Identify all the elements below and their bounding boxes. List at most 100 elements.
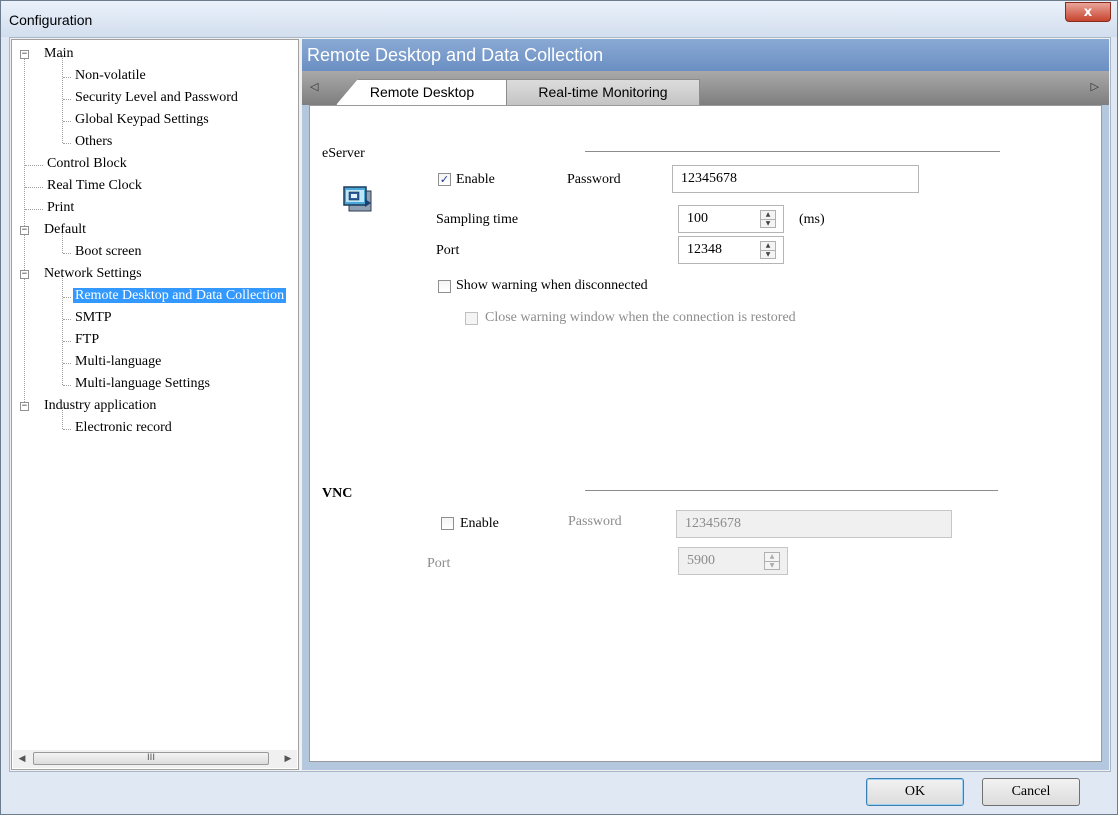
tree-item-label: Network Settings: [44, 266, 142, 281]
spin-up-icon[interactable]: ▲: [761, 211, 775, 220]
close-warning-checkbox[interactable]: [465, 312, 478, 325]
tree-item-label: Multi-language Settings: [75, 376, 210, 391]
settings-tree: − Main Non-volatile Security Level and P…: [12, 40, 298, 749]
tree-connector: [63, 77, 71, 78]
tree-item-security-level-and-password[interactable]: Security Level and Password: [75, 88, 238, 110]
eserver-password-input[interactable]: 12345678: [672, 165, 919, 193]
spin-up-icon[interactable]: ▲: [761, 242, 775, 251]
tree-item-industry-application[interactable]: − Industry application: [16, 396, 156, 418]
spin-down-icon[interactable]: ▼: [761, 220, 775, 228]
scroll-right-arrow-icon[interactable]: ▶: [281, 752, 295, 766]
eserver-port-spinner[interactable]: 12348 ▲ ▼: [678, 236, 784, 264]
scroll-left-arrow-icon[interactable]: ◀: [15, 752, 29, 766]
tree-connector: [63, 99, 71, 100]
section-divider: [585, 151, 1000, 152]
ok-button[interactable]: OK: [866, 778, 964, 806]
collapse-icon[interactable]: −: [20, 50, 29, 59]
tree-item-real-time-clock[interactable]: Real Time Clock: [47, 176, 142, 198]
tree-item-label: Multi-language: [75, 354, 162, 369]
eserver-enable-checkbox[interactable]: ✓: [438, 173, 451, 186]
vnc-enable-label: Enable: [460, 516, 499, 531]
tree-connector: [63, 429, 71, 430]
vnc-port-label: Port: [427, 556, 451, 571]
tree-item-label: SMTP: [75, 310, 112, 325]
tree-horizontal-scrollbar[interactable]: ◀ III ▶: [13, 750, 297, 768]
tree-item-boot-screen[interactable]: Boot screen: [75, 242, 141, 264]
tree-connector: [63, 253, 71, 254]
tree-item-multi-language[interactable]: Multi-language: [75, 352, 161, 374]
spinner-buttons[interactable]: ▲ ▼: [764, 552, 780, 570]
tree-connector: [25, 209, 43, 210]
window-title: Configuration: [9, 12, 93, 28]
tree-item-print[interactable]: Print: [47, 198, 74, 220]
tree-item-smtp[interactable]: SMTP: [75, 308, 112, 330]
configuration-window: Configuration x − Main Non-volatile Secu…: [0, 0, 1118, 815]
sampling-time-value: 100: [687, 211, 708, 226]
vnc-password-label: Password: [568, 514, 622, 529]
tree-item-default[interactable]: − Default: [16, 220, 86, 242]
tree-item-others[interactable]: Others: [75, 132, 112, 154]
tree-connector: [63, 319, 71, 320]
tree-item-label: Real Time Clock: [47, 178, 142, 193]
tree-item-label: Others: [75, 134, 113, 149]
cancel-button[interactable]: Cancel: [982, 778, 1080, 806]
tree-item-global-keypad-settings[interactable]: Global Keypad Settings: [75, 110, 209, 132]
spinner-buttons[interactable]: ▲ ▼: [760, 210, 776, 228]
tree-item-label: Main: [44, 46, 74, 61]
vnc-password-input[interactable]: 12345678: [676, 510, 952, 538]
vnc-port-spinner[interactable]: 5900 ▲ ▼: [678, 547, 788, 575]
tree-item-label: Electronic record: [75, 420, 172, 435]
tab-remote-desktop[interactable]: Remote Desktop: [336, 79, 508, 105]
tree-item-ftp[interactable]: FTP: [75, 330, 99, 352]
eserver-section-label: eServer: [322, 146, 365, 161]
tree-item-remote-desktop-and-data-collection[interactable]: Remote Desktop and Data Collection: [73, 286, 287, 308]
close-warning-label: Close warning window when the connection…: [485, 310, 796, 325]
tree-item-label: Industry application: [44, 398, 157, 413]
collapse-icon[interactable]: −: [20, 402, 29, 411]
tree-connector: [62, 275, 63, 385]
tree-item-multi-language-settings[interactable]: Multi-language Settings: [75, 374, 210, 396]
spin-up-icon[interactable]: ▲: [765, 553, 779, 562]
tree-item-label: Print: [47, 200, 75, 215]
tree-item-label: Non-volatile: [75, 68, 146, 83]
sampling-time-spinner[interactable]: 100 ▲ ▼: [678, 205, 784, 233]
tree-item-label: Boot screen: [75, 244, 142, 259]
tree-connector: [63, 297, 71, 298]
tree-connector: [63, 341, 71, 342]
tree-item-label: Global Keypad Settings: [75, 112, 209, 127]
tab-scroll-left-icon[interactable]: ◁: [310, 80, 318, 93]
tab-real-time-monitoring[interactable]: Real-time Monitoring: [506, 79, 700, 105]
show-warning-checkbox[interactable]: [438, 280, 451, 293]
spin-down-icon[interactable]: ▼: [761, 251, 775, 259]
close-button[interactable]: x: [1065, 2, 1111, 22]
dialog-client-area: − Main Non-volatile Security Level and P…: [9, 37, 1111, 772]
tree-connector: [63, 363, 71, 364]
scrollbar-thumb[interactable]: III: [33, 752, 269, 765]
sampling-time-unit: (ms): [799, 212, 825, 227]
settings-panel: Remote Desktop and Data Collection ◁ Rem…: [302, 39, 1109, 770]
spinner-buttons[interactable]: ▲ ▼: [760, 241, 776, 259]
tab-strip: ◁ Remote Desktop Real-time Monitoring ▷: [302, 71, 1109, 105]
show-warning-label: Show warning when disconnected: [456, 278, 648, 293]
tree-connector: [63, 385, 71, 386]
tree-item-non-volatile[interactable]: Non-volatile: [75, 66, 146, 88]
tree-item-network-settings[interactable]: − Network Settings: [16, 264, 142, 286]
settings-tree-panel: − Main Non-volatile Security Level and P…: [11, 39, 299, 770]
collapse-icon[interactable]: −: [20, 270, 29, 279]
tab-scroll-right-icon[interactable]: ▷: [1091, 80, 1099, 93]
tree-item-main[interactable]: − Main: [16, 44, 74, 66]
sampling-time-label: Sampling time: [436, 212, 519, 227]
vnc-enable-checkbox[interactable]: [441, 517, 454, 530]
eserver-password-label: Password: [567, 172, 621, 187]
tree-item-label: FTP: [75, 332, 100, 347]
spin-down-icon[interactable]: ▼: [765, 562, 779, 570]
tree-item-control-block[interactable]: Control Block: [47, 154, 127, 176]
tree-item-electronic-record[interactable]: Electronic record: [75, 418, 172, 440]
tab-content: eServer ✓ Enable Password 12345678 Sampl…: [309, 105, 1102, 762]
eserver-port-label: Port: [436, 243, 460, 258]
collapse-icon[interactable]: −: [20, 226, 29, 235]
title-bar: Configuration x: [1, 1, 1117, 37]
remote-desktop-icon: [343, 185, 373, 218]
panel-title: Remote Desktop and Data Collection: [302, 39, 1109, 71]
tree-connector: [63, 143, 71, 144]
